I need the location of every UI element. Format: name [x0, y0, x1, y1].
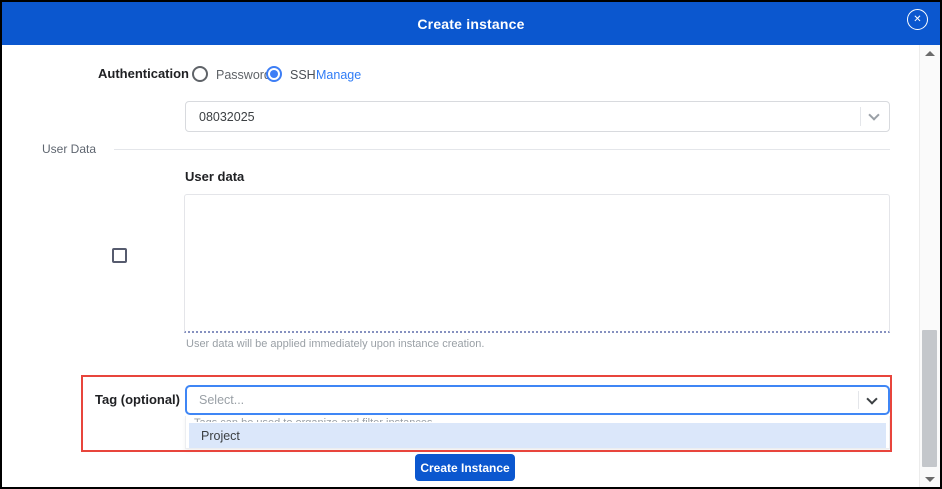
- user-data-helper-text: User data will be applied immediately up…: [186, 338, 484, 350]
- chevron-down-icon: [866, 393, 877, 404]
- modal-title: Create instance: [417, 16, 524, 32]
- select-divider: [858, 391, 859, 409]
- tag-select[interactable]: Select...: [185, 385, 890, 415]
- close-icon[interactable]: ✕: [907, 9, 928, 30]
- tag-select-placeholder: Select...: [187, 393, 244, 407]
- user-data-section-label: User Data: [42, 142, 96, 156]
- ssh-radio-label[interactable]: SSH: [290, 68, 316, 82]
- password-radio[interactable]: [192, 66, 208, 82]
- section-divider: [114, 149, 890, 150]
- select-divider: [860, 107, 861, 126]
- create-instance-button[interactable]: Create Instance: [415, 454, 515, 481]
- scrollbar-thumb[interactable]: [922, 330, 937, 467]
- clipped-hint-text: Tags can be used to organize and filter …: [194, 416, 881, 422]
- password-radio-label[interactable]: Password: [216, 68, 271, 82]
- tag-option-project[interactable]: Project: [189, 423, 886, 448]
- user-data-field-label: User data: [185, 169, 244, 184]
- chevron-down-icon: [868, 109, 879, 120]
- ssh-key-select-value: 08032025: [186, 110, 255, 124]
- ssh-key-select[interactable]: 08032025: [185, 101, 890, 132]
- modal-header: Create instance ✕: [2, 2, 940, 45]
- tag-dropdown-panel: Tags can be used to organize and filter …: [185, 416, 890, 449]
- scroll-up-icon[interactable]: [925, 51, 935, 56]
- create-instance-modal: Create instance ✕ Authentication Passwor…: [0, 0, 942, 489]
- authentication-label: Authentication: [98, 66, 189, 81]
- scroll-down-icon[interactable]: [925, 477, 935, 482]
- vertical-scrollbar[interactable]: [919, 45, 940, 487]
- tag-optional-label: Tag (optional): [60, 392, 180, 407]
- manage-ssh-keys-link[interactable]: Manage: [316, 68, 361, 82]
- ssh-radio[interactable]: [266, 66, 282, 82]
- user-data-checkbox[interactable]: [112, 248, 127, 263]
- user-data-textarea[interactable]: [184, 194, 890, 333]
